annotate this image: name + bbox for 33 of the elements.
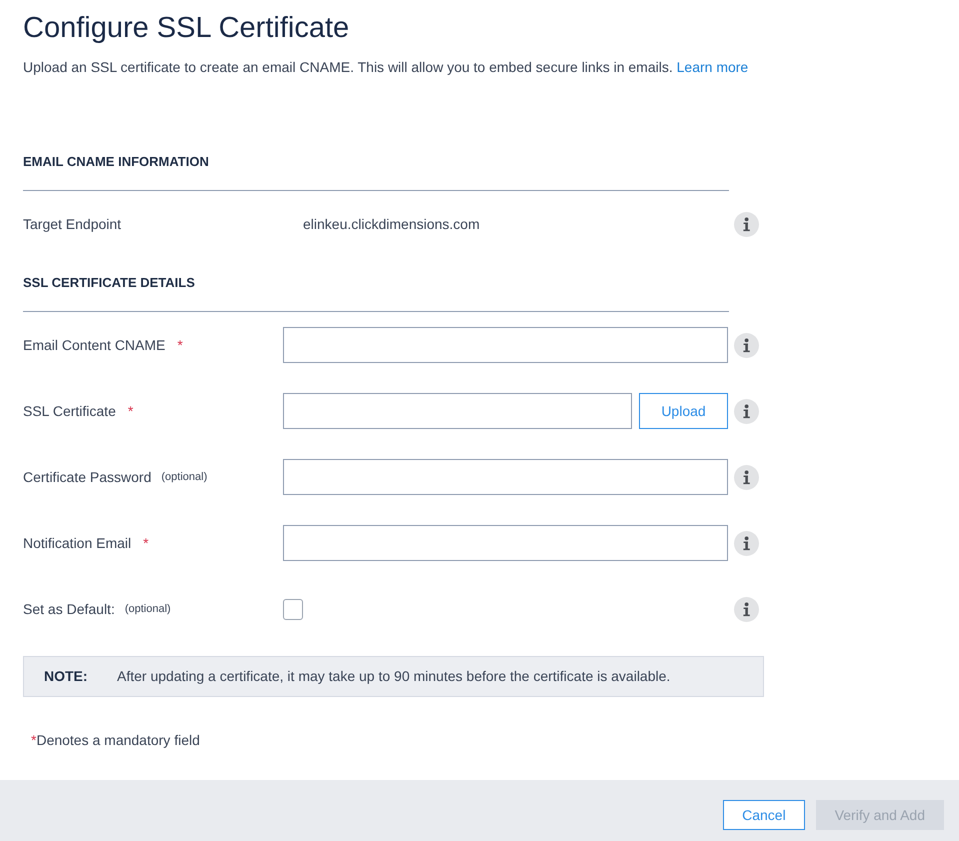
intro-text: Upload an SSL certificate to create an email CNAME. This will allow you to embed secure links in emails. Learn more	[23, 58, 750, 77]
text-input[interactable]	[283, 459, 728, 495]
info-icon[interactable]	[734, 212, 759, 236]
endpoint-value: elinkeu.clickdimensions.com	[303, 214, 480, 234]
info-icon[interactable]	[734, 332, 759, 358]
field-label: Target Endpoint	[23, 214, 122, 234]
note-text: After updating a certificate, it may take up to 90 minutes before the certificate is available.	[117, 667, 670, 686]
info-icon[interactable]	[734, 464, 759, 490]
file-name-input[interactable]	[283, 393, 632, 429]
mandatory-field-note: *Denotes a mandatory field	[31, 731, 201, 750]
cancel-button[interactable]: Cancel	[723, 800, 805, 830]
upload-button[interactable]: Upload	[639, 393, 728, 429]
field-label: Email Content CNAME	[23, 336, 166, 354]
page-title: Configure SSL Certificate	[23, 11, 350, 46]
note-label: NOTE:	[44, 667, 89, 686]
info-icon[interactable]	[734, 596, 759, 622]
info-icon[interactable]	[734, 530, 759, 556]
field-label: Set as Default:	[23, 600, 115, 618]
section-heading: EMAIL CNAME INFORMATION	[23, 153, 210, 171]
info-icon[interactable]	[734, 398, 759, 424]
optional-hint: (optional)	[161, 470, 208, 485]
required-mark: *	[128, 402, 134, 420]
learn-more-link[interactable]: Learn more	[676, 59, 748, 75]
optional-hint: (optional)	[124, 602, 171, 617]
field-label: SSL Certificate	[23, 402, 116, 420]
checkbox[interactable]	[283, 598, 303, 620]
required-mark: *	[177, 336, 183, 354]
text-input[interactable]	[283, 327, 728, 363]
field-label: Notification Email	[23, 534, 132, 552]
field-label: Certificate Password	[23, 468, 152, 486]
text-input[interactable]	[283, 525, 728, 561]
required-mark: *	[143, 534, 149, 552]
section-heading: SSL CERTIFICATE DETAILS	[23, 274, 196, 292]
